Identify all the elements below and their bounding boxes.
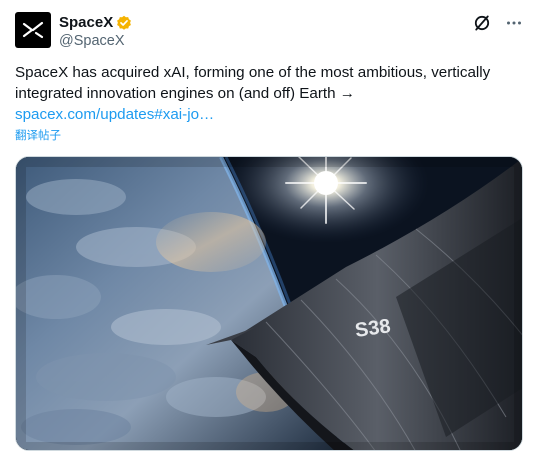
media-image[interactable]: S38: [15, 156, 523, 451]
translate-post-link[interactable]: 翻译帖子: [15, 129, 61, 143]
grok-icon[interactable]: [471, 12, 493, 34]
display-name[interactable]: SpaceX: [59, 13, 113, 32]
author-block: SpaceX @SpaceX: [59, 13, 132, 51]
tweet-text-line-1: SpaceX has acquired xAI, forming one of …: [15, 64, 491, 81]
spacex-logo-icon: [22, 21, 44, 39]
more-icon[interactable]: [503, 12, 525, 34]
avatar[interactable]: [15, 12, 51, 48]
top-actions: [471, 12, 525, 34]
tweet-link[interactable]: spacex.com/updates#xai-jo…: [15, 104, 525, 125]
tweet-text: SpaceX has acquired xAI, forming one of …: [15, 62, 525, 125]
starship-orbit-photo: S38: [16, 157, 522, 450]
verified-badge-icon: [116, 15, 132, 31]
handle[interactable]: @SpaceX: [59, 32, 132, 51]
tweet-text-line-2: integrated innovation engines on (and of…: [15, 85, 355, 102]
tweet-card: SpaceX @SpaceX SpaceX has acquired xAI, …: [0, 0, 537, 464]
